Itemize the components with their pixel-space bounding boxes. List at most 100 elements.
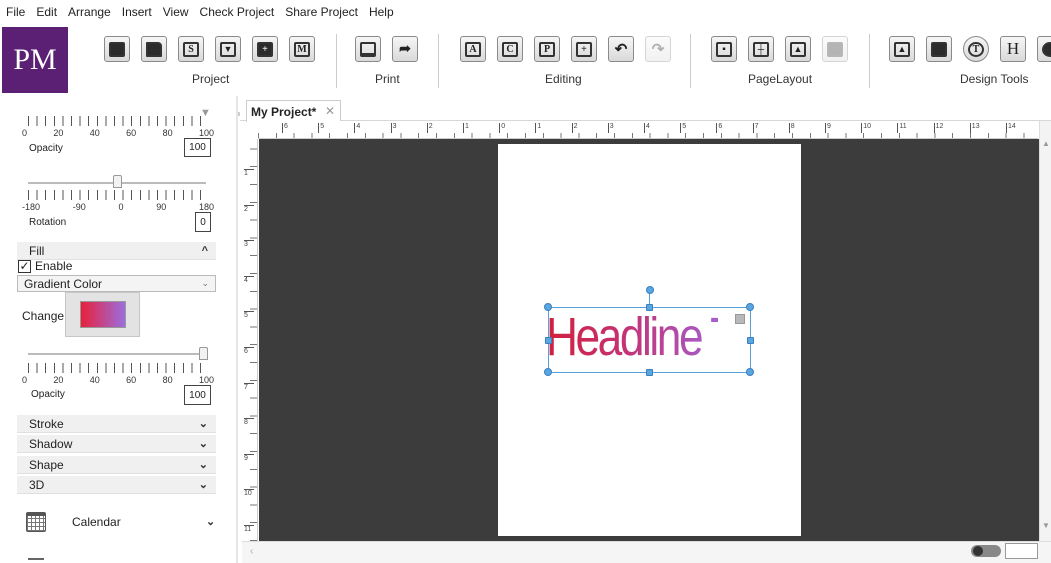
tick-label: 0 [22, 128, 28, 138]
chevron-down-icon: ⌄ [206, 516, 216, 528]
image-icon[interactable]: ▲ [889, 36, 915, 62]
fill-type-select[interactable]: Gradient Color ⌄ [17, 275, 216, 292]
tab-my-project[interactable]: My Project* ✕ [246, 100, 341, 122]
save-icon[interactable]: S [178, 36, 204, 62]
more-icon[interactable] [1037, 36, 1051, 62]
resize-handle-left[interactable] [545, 337, 552, 344]
tick-label: 0 [22, 375, 28, 385]
vertical-scrollbar[interactable]: ▲ ▼ [1039, 121, 1051, 541]
tick-label: 100 [198, 128, 214, 138]
copy-icon[interactable]: C [497, 36, 523, 62]
close-icon[interactable]: ✕ [325, 104, 335, 118]
ruler-number: 2 [426, 123, 433, 133]
camera-icon[interactable] [926, 36, 952, 62]
slider-ticks [28, 190, 206, 200]
layers-icon[interactable]: ▲ [785, 36, 811, 62]
ruler-number: 9 [825, 123, 831, 133]
resize-handle-bottom-left[interactable] [544, 368, 552, 376]
ruler-number: 5 [244, 311, 254, 319]
properties-panel: ▼ 0 20 40 60 80 100 Opacity 100 -180 -90 0 90 180… [0, 96, 238, 563]
scroll-left-icon[interactable]: ‹ [250, 546, 253, 557]
resize-handle-top-left[interactable] [544, 303, 552, 311]
3d-section-header[interactable]: 3D ⌄ [17, 476, 216, 494]
menu-arrange[interactable]: Arrange [68, 5, 111, 19]
rotation-value-input[interactable]: 0 [195, 212, 211, 232]
ruler-number: 6 [716, 123, 722, 133]
resize-handle-top-right[interactable] [746, 303, 754, 311]
menu-check-project[interactable]: Check Project [200, 5, 275, 19]
ruler-number: 2 [571, 123, 578, 133]
slider-ticks [28, 363, 206, 373]
ruler-number: 6 [282, 123, 288, 133]
menu-insert[interactable]: Insert [122, 5, 152, 19]
chevron-down-icon: ⌄ [198, 438, 208, 450]
add-icon[interactable]: + [571, 36, 597, 62]
new-icon[interactable] [104, 36, 130, 62]
fill-opacity-slider[interactable]: 0 20 40 60 80 100 [22, 347, 214, 409]
paste-icon[interactable]: A [460, 36, 486, 62]
menu-share-project[interactable]: Share Project [285, 5, 358, 19]
calendar-panel-item[interactable]: Calendar ⌄ [0, 508, 236, 536]
change-gradient-label: Change [22, 309, 65, 323]
resize-handle-bottom-right[interactable] [746, 368, 754, 376]
tick-label: 80 [162, 128, 173, 138]
menu-view[interactable]: View [163, 5, 189, 19]
ribbon-separator [438, 34, 439, 88]
share-arrow-icon[interactable]: ➦ [392, 36, 418, 62]
ribbon-group-pagelayout: ▪ ┼ ▲ PageLayout [711, 32, 861, 90]
page-icon[interactable]: ▪ [711, 36, 737, 62]
slider-thumb[interactable] [199, 347, 208, 360]
fill-enable-checkbox[interactable]: ✓ [18, 259, 31, 273]
gradient-swatch [79, 301, 126, 328]
redo-icon[interactable]: ↷ [645, 36, 671, 62]
slider-thumb[interactable]: ▼ [200, 107, 211, 120]
resize-handle-top[interactable] [646, 304, 653, 311]
menu-help[interactable]: Help [369, 5, 394, 19]
resize-handle-right[interactable] [747, 337, 754, 344]
printer-icon[interactable] [355, 36, 381, 62]
download-icon[interactable]: ▼ [215, 36, 241, 62]
rotation-slider[interactable]: -180 -90 0 90 180 [22, 175, 214, 238]
background-icon[interactable] [822, 36, 848, 62]
resize-handle-bottom[interactable] [646, 369, 653, 376]
undo-icon[interactable]: ↶ [608, 36, 634, 62]
stroke-section-header[interactable]: Stroke ⌄ [17, 415, 216, 433]
menu-edit[interactable]: Edit [36, 5, 57, 19]
rotation-handle[interactable] [646, 286, 654, 294]
menu-file[interactable]: File [6, 5, 25, 19]
headline-text[interactable]: Headline Text [546, 300, 784, 374]
scroll-down-icon[interactable]: ▼ [1042, 521, 1050, 530]
zoom-toggle[interactable] [971, 545, 1001, 557]
add-page-icon[interactable]: + [252, 36, 278, 62]
text-icon[interactable]: T [963, 36, 989, 62]
panel-scrollbar[interactable] [236, 96, 238, 563]
paste-special-icon[interactable]: P [534, 36, 560, 62]
ribbon-toolbar: PM S ▼ + M Project ➦ Print A C P + ↶ ↷ E… [0, 24, 1051, 116]
align-icon[interactable]: ┼ [748, 36, 774, 62]
shadow-section-header[interactable]: Shadow ⌄ [17, 435, 216, 453]
fill-enable-row[interactable]: ✓ Enable [18, 259, 72, 273]
ruler-number: 5 [680, 123, 686, 133]
headline-text-object[interactable]: Headline Text [544, 286, 784, 376]
menu-bar: File Edit Arrange Insert View Check Project Sh… [0, 0, 1051, 24]
template-icon[interactable]: M [289, 36, 315, 62]
ruler-number: 2 [244, 204, 254, 213]
lock-icon[interactable] [735, 314, 745, 324]
gradient-swatch-button[interactable] [65, 292, 140, 337]
ruler-number: 4 [354, 123, 360, 133]
opacity-value-input[interactable]: 100 [184, 138, 211, 157]
shape-section-header[interactable]: Shape ⌄ [17, 456, 216, 474]
ruler-number: 6 [244, 347, 254, 355]
ruler-number: 7 [244, 382, 254, 391]
fill-section-header[interactable]: Fill ^ [17, 242, 216, 260]
fill-opacity-value-input[interactable]: 100 [184, 385, 211, 405]
slider-thumb[interactable] [113, 175, 122, 188]
slider-tick-labels: 0 20 40 60 80 100 [22, 128, 214, 138]
heading-icon[interactable]: H [1000, 36, 1026, 62]
ruler-number: 0 [499, 123, 505, 133]
scroll-up-icon[interactable]: ▲ [1042, 139, 1050, 148]
group-label-editing: Editing [545, 72, 582, 86]
zoom-input[interactable] [1005, 543, 1038, 559]
slider-ticks [28, 116, 206, 126]
open-folder-icon[interactable] [141, 36, 167, 62]
